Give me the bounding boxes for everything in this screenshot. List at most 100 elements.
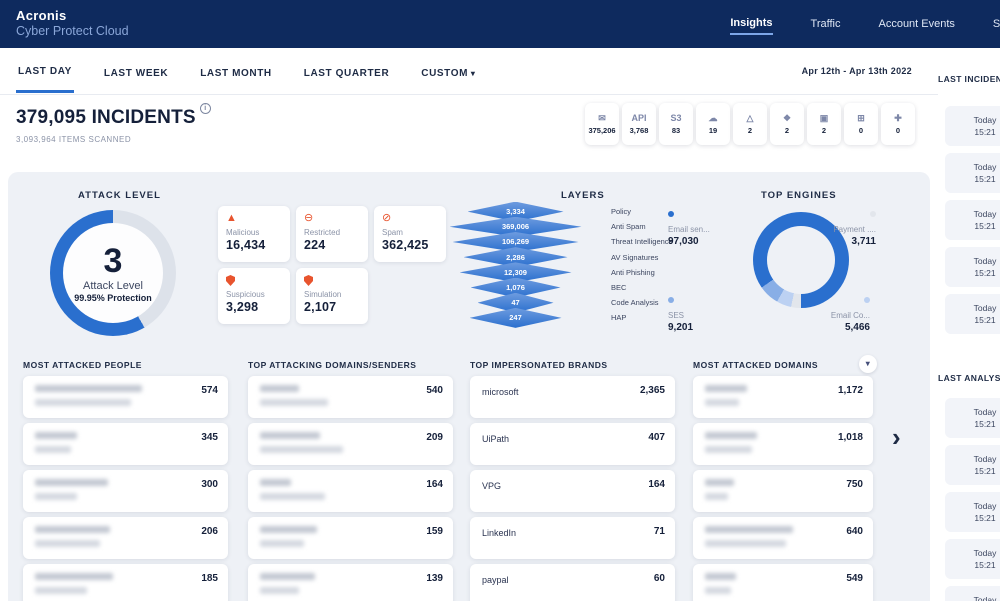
- list-column: TOP ATTACKING DOMAINS/SENDERS540 209 164 15…: [248, 360, 453, 601]
- analysis-card[interactable]: Today 15:21: [945, 445, 1000, 485]
- top-engines-title: TOP ENGINES: [761, 190, 837, 201]
- list-item[interactable]: 164: [248, 470, 453, 512]
- funnel-row-label: Threat Intelligence: [611, 237, 673, 246]
- legend-dot: [870, 211, 876, 217]
- side-card-time: 15:21: [974, 127, 995, 137]
- redacted-text: [35, 573, 113, 580]
- tab-last-month[interactable]: LAST MONTH: [198, 52, 274, 92]
- nav-item-account-events[interactable]: Account Events: [878, 14, 954, 34]
- info-icon[interactable]: i: [200, 103, 211, 114]
- redacted-text: [705, 526, 793, 533]
- list-item[interactable]: 206: [23, 517, 228, 559]
- nav-item-scan[interactable]: Scan: [993, 14, 1000, 34]
- tab-last-day[interactable]: LAST DAY: [16, 50, 74, 93]
- minus-circle-icon: ⊖: [304, 213, 360, 225]
- threat-card-value: 16,434: [226, 238, 282, 252]
- attack-level-title: ATTACK LEVEL: [78, 190, 161, 201]
- nav-item-traffic[interactable]: Traffic: [811, 14, 841, 34]
- threat-card-spam[interactable]: ⊘Spam362,425: [374, 206, 446, 262]
- threat-card-restricted[interactable]: ⊖Restricted224: [296, 206, 368, 262]
- list-item[interactable]: 1,018: [693, 423, 873, 465]
- threat-card-malicious[interactable]: ▲Malicious16,434: [218, 206, 290, 262]
- incident-card[interactable]: Today15:21: [945, 247, 1000, 287]
- list-item[interactable]: 540: [248, 376, 453, 418]
- list-column: TOP IMPERSONATED BRANDS2,365microsoft407…: [470, 360, 675, 601]
- list-item[interactable]: 345: [23, 423, 228, 465]
- source-chip[interactable]: ▣2: [807, 103, 841, 145]
- next-page-arrow[interactable]: ›: [892, 424, 901, 450]
- source-chip[interactable]: ✉375,206: [585, 103, 619, 145]
- side-card-time: 15:21: [974, 315, 995, 325]
- tab-last-quarter[interactable]: LAST QUARTER: [302, 52, 392, 92]
- threat-card-simulation[interactable]: Simulation2,107: [296, 268, 368, 324]
- redacted-text: [705, 399, 739, 406]
- source-chip[interactable]: ✚0: [881, 103, 915, 145]
- nav-item-insights[interactable]: Insights: [730, 13, 772, 35]
- source-chip-value: 2: [748, 126, 752, 135]
- tab-custom[interactable]: CUSTOM ▾: [419, 52, 477, 92]
- brand-product: Cyber Protect Cloud: [16, 24, 129, 40]
- source-chip[interactable]: △2: [733, 103, 767, 145]
- list-item[interactable]: 139: [248, 564, 453, 601]
- list-item-value: 159: [426, 526, 443, 537]
- list-item[interactable]: 209: [248, 423, 453, 465]
- list-item[interactable]: 640: [693, 517, 873, 559]
- list-item[interactable]: 2,365microsoft: [470, 376, 675, 418]
- side-card-day: Today: [974, 162, 997, 172]
- source-chip[interactable]: ⊞0: [844, 103, 878, 145]
- redacted-text: [35, 399, 131, 406]
- redacted-text: [260, 526, 317, 533]
- engine-legend-item: SES9,201: [668, 290, 758, 333]
- insights-dashboard: Acronis Cyber Protect Cloud Insights Traf…: [0, 0, 1000, 601]
- analysis-card[interactable]: Today15:21: [945, 492, 1000, 532]
- brand-logo[interactable]: Acronis Cyber Protect Cloud: [16, 8, 129, 40]
- list-item[interactable]: 750: [693, 470, 873, 512]
- analysis-card[interactable]: Today15:21: [945, 586, 1000, 601]
- legend-value: 5,466: [780, 322, 870, 333]
- source-chip[interactable]: ❖2: [770, 103, 804, 145]
- side-card-day: Today: [974, 407, 997, 417]
- source-chip[interactable]: API3,768: [622, 103, 656, 145]
- legend-value: 3,711: [786, 236, 876, 247]
- tab-last-week[interactable]: LAST WEEK: [102, 52, 170, 92]
- list-item[interactable]: 407UiPath: [470, 423, 675, 465]
- list-item[interactable]: 71LinkedIn: [470, 517, 675, 559]
- redacted-text: [260, 540, 304, 547]
- list-item[interactable]: 549: [693, 564, 873, 601]
- threat-card-suspicious[interactable]: Suspicious3,298: [218, 268, 290, 324]
- engine-legend-item: Email Co...5,466: [780, 290, 870, 333]
- source-chip[interactable]: ☁19: [696, 103, 730, 145]
- incident-card[interactable]: Today15:21: [945, 153, 1000, 193]
- api-icon: API: [631, 114, 646, 123]
- period-tabs: LAST DAY LAST WEEK LAST MONTH LAST QUARTER C…: [16, 48, 477, 95]
- warning-triangle-icon: ▲: [226, 213, 282, 225]
- funnel-diamond[interactable]: 247: [470, 308, 562, 328]
- analysis-card[interactable]: Today15:21: [945, 398, 1000, 438]
- list-item[interactable]: 159: [248, 517, 453, 559]
- chevron-down-icon[interactable]: ▾: [859, 355, 877, 373]
- list-item-value: 164: [648, 479, 665, 490]
- incident-card[interactable]: Today15:21: [945, 106, 1000, 146]
- prohibited-icon: ⊘: [382, 213, 438, 225]
- list-item[interactable]: 164VPG: [470, 470, 675, 512]
- items-scanned: 3,093,964 ITEMS SCANNED: [16, 135, 131, 144]
- source-chip[interactable]: S383: [659, 103, 693, 145]
- mail-icon: ✉: [598, 114, 606, 123]
- list-item[interactable]: 185: [23, 564, 228, 601]
- list-column-title: TOP ATTACKING DOMAINS/SENDERS: [248, 360, 453, 376]
- analysis-card[interactable]: Today15:21: [945, 539, 1000, 579]
- list-item[interactable]: 1,172: [693, 376, 873, 418]
- incident-card[interactable]: Today15:21: [945, 294, 1000, 334]
- list-item[interactable]: 60paypal: [470, 564, 675, 601]
- engine-legend-item: Email sen...97,030: [668, 204, 758, 247]
- list-item-label: VPG: [482, 479, 665, 491]
- list-item[interactable]: 574: [23, 376, 228, 418]
- period-tabs-row: LAST DAY LAST WEEK LAST MONTH LAST QUARTER C…: [0, 48, 1000, 95]
- side-card-day: Today: [974, 454, 997, 464]
- threat-card-value: 362,425: [382, 238, 438, 252]
- list-item-value: 1,172: [838, 385, 863, 396]
- threat-card-value: 2,107: [304, 300, 360, 314]
- side-card-time: 15:21: [974, 466, 995, 476]
- list-item[interactable]: 300: [23, 470, 228, 512]
- incident-card[interactable]: Today15:21: [945, 200, 1000, 240]
